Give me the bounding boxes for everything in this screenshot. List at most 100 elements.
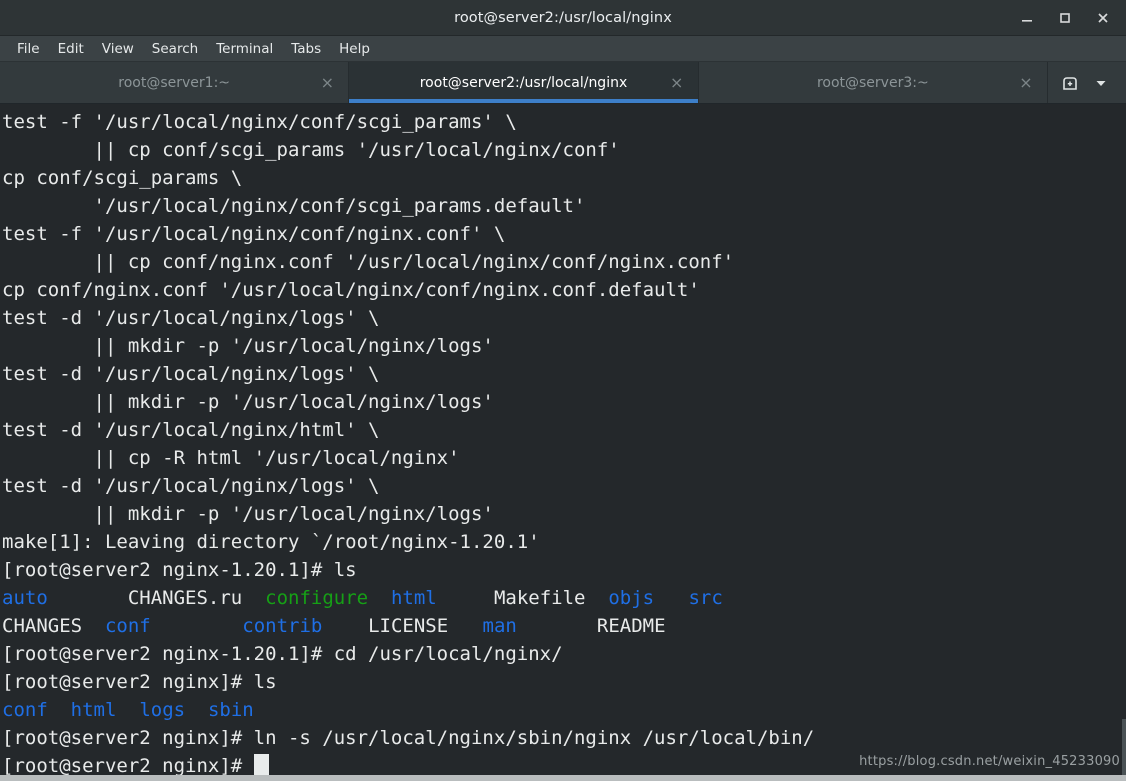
terminal-line: [root@server2 nginx-1.20.1]# cd /usr/loc… (2, 640, 1126, 668)
terminal-line: test -d '/usr/local/nginx/logs' \ (2, 472, 1126, 500)
terminal-line: test -f '/usr/local/nginx/conf/nginx.con… (2, 220, 1126, 248)
terminal-text: contrib (242, 615, 323, 637)
scrollbar[interactable] (1122, 104, 1126, 781)
terminal-text: CHANGES.ru (127, 587, 243, 609)
menu-item-help[interactable]: Help (330, 39, 379, 59)
terminal-line: CHANGES conf contrib LICENSE man README (2, 612, 1126, 640)
terminal-text: [root@server2 nginx]# (2, 755, 254, 777)
terminal-text: logs (139, 699, 186, 721)
window-controls (1018, 9, 1126, 27)
terminal-content[interactable]: test -f '/usr/local/nginx/conf/scgi_para… (0, 104, 1126, 781)
terminal-text: test -f '/usr/local/nginx/conf/nginx.con… (2, 223, 506, 245)
tab-bar-actions (1047, 62, 1126, 103)
terminal-line: test -d '/usr/local/nginx/logs' \ (2, 304, 1126, 332)
terminal-cursor (253, 754, 269, 776)
terminal-window: root@server2:/usr/local/nginx File Edit … (0, 0, 1126, 781)
title-bar: root@server2:/usr/local/nginx (0, 0, 1126, 36)
tab-label: root@server1:~ (118, 74, 231, 91)
terminal-line: || cp -R html '/usr/local/nginx' (2, 444, 1126, 472)
menu-bar: File Edit View Search Terminal Tabs Help (0, 36, 1126, 62)
terminal-text: Makefile (493, 587, 586, 609)
tab-label: root@server3:~ (816, 74, 929, 91)
terminal-line: || cp conf/scgi_params '/usr/local/nginx… (2, 136, 1126, 164)
terminal-line: test -d '/usr/local/nginx/html' \ (2, 416, 1126, 444)
terminal-text: || mkdir -p '/usr/local/nginx/logs' (2, 391, 494, 413)
menu-item-tabs[interactable]: Tabs (282, 39, 330, 59)
tab-close-icon[interactable]: × (1019, 73, 1033, 92)
terminal-text: cp conf/nginx.conf '/usr/local/nginx/con… (2, 279, 700, 301)
terminal-text: test -d '/usr/local/nginx/logs' \ (2, 307, 380, 329)
tab-server2[interactable]: root@server2:/usr/local/nginx × (349, 62, 699, 103)
tab-label: root@server2:/usr/local/nginx (419, 74, 628, 91)
window-title: root@server2:/usr/local/nginx (454, 9, 672, 26)
terminal-line: [root@server2 nginx]# ln -s /usr/local/n… (2, 724, 1126, 752)
terminal-text: || cp -R html '/usr/local/nginx' (2, 447, 460, 469)
menu-item-terminal[interactable]: Terminal (207, 39, 282, 59)
terminal-line: cp conf/scgi_params \ (2, 164, 1126, 192)
terminal-line: auto CHANGES.ru configure html Makefile … (2, 584, 1126, 612)
menu-item-view[interactable]: View (93, 39, 143, 59)
close-icon[interactable] (1094, 9, 1112, 27)
menu-item-edit[interactable]: Edit (49, 39, 93, 59)
terminal-line: [root@server2 nginx]# ls (2, 668, 1126, 696)
tab-bar: root@server1:~ × root@server2:/usr/local… (0, 62, 1126, 104)
terminal-text: || cp conf/scgi_params '/usr/local/nginx… (2, 139, 620, 161)
terminal-line: || cp conf/nginx.conf '/usr/local/nginx/… (2, 248, 1126, 276)
terminal-text: sbin (207, 699, 254, 721)
new-terminal-icon[interactable] (1060, 73, 1080, 93)
tab-close-icon[interactable]: × (320, 73, 334, 92)
maximize-icon[interactable] (1056, 9, 1074, 27)
tab-close-icon[interactable]: × (670, 73, 684, 92)
terminal-text: html (70, 699, 117, 721)
terminal-text: || mkdir -p '/usr/local/nginx/logs' (2, 335, 494, 357)
terminal-text: auto (2, 587, 48, 609)
terminal-text: cp conf/scgi_params \ (2, 167, 243, 189)
terminal-text: make[1]: Leaving directory `/root/nginx-… (2, 531, 540, 553)
menu-item-search[interactable]: Search (143, 39, 207, 59)
terminal-output: test -f '/usr/local/nginx/conf/scgi_para… (2, 108, 1126, 780)
terminal-line: || mkdir -p '/usr/local/nginx/logs' (2, 500, 1126, 528)
terminal-text: [root@server2 nginx]# ln -s /usr/local/n… (2, 727, 815, 749)
window-bottom-edge (0, 775, 1126, 781)
scrollbar-thumb[interactable] (1122, 719, 1126, 781)
terminal-line: make[1]: Leaving directory `/root/nginx-… (2, 528, 1126, 556)
terminal-text: test -f '/usr/local/nginx/conf/scgi_para… (2, 111, 517, 133)
terminal-text: [root@server2 nginx-1.20.1]# ls (2, 559, 357, 581)
terminal-text: [root@server2 nginx]# ls (2, 671, 277, 693)
terminal-text: CHANGES (2, 615, 83, 637)
terminal-text: test -d '/usr/local/nginx/logs' \ (2, 475, 380, 497)
terminal-text: objs (608, 587, 655, 609)
terminal-line: || mkdir -p '/usr/local/nginx/logs' (2, 332, 1126, 360)
menu-item-file[interactable]: File (8, 39, 49, 59)
minimize-icon[interactable] (1018, 9, 1036, 27)
terminal-text: html (390, 587, 437, 609)
terminal-line: || mkdir -p '/usr/local/nginx/logs' (2, 388, 1126, 416)
tab-server1[interactable]: root@server1:~ × (0, 62, 350, 103)
terminal-text: [root@server2 nginx-1.20.1]# cd /usr/loc… (2, 643, 563, 665)
terminal-text: '/usr/local/nginx/conf/scgi_params.defau… (2, 195, 586, 217)
terminal-text: README (596, 615, 666, 637)
terminal-text: test -d '/usr/local/nginx/html' \ (2, 419, 380, 441)
terminal-text: LICENSE (368, 615, 449, 637)
terminal-line: test -d '/usr/local/nginx/logs' \ (2, 360, 1126, 388)
tab-server3[interactable]: root@server3:~ × (698, 62, 1048, 103)
terminal-line: [root@server2 nginx-1.20.1]# ls (2, 556, 1126, 584)
terminal-text: conf (104, 615, 151, 637)
terminal-text: conf (2, 699, 48, 721)
terminal-line: cp conf/nginx.conf '/usr/local/nginx/con… (2, 276, 1126, 304)
chevron-down-icon[interactable] (1094, 76, 1108, 90)
terminal-line: test -f '/usr/local/nginx/conf/scgi_para… (2, 108, 1126, 136)
